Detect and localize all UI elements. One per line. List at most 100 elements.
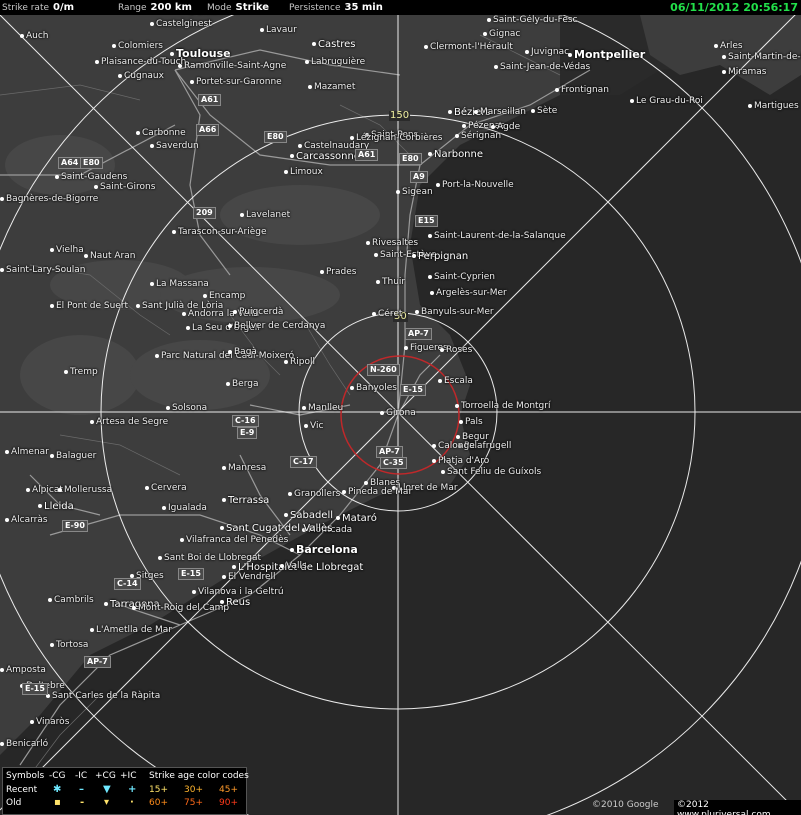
place-label: Mataró — [336, 513, 377, 524]
place-label: Calonge — [432, 441, 475, 451]
place-name: Sant Cugat del Vallès — [226, 523, 333, 534]
place-name: Perpignan — [418, 251, 469, 262]
place-label: Colomiers — [112, 41, 163, 51]
road-shield: E80 — [80, 157, 103, 169]
place-label: Port-la-Nouvelle — [436, 180, 514, 190]
road-shield: C-14 — [114, 578, 141, 590]
legend-recent-label: Recent — [6, 785, 38, 795]
place-name: Argelès-sur-Mer — [436, 288, 507, 298]
place-marker-icon — [441, 469, 445, 474]
persistence-label: Persistence — [289, 3, 341, 13]
place-name: Solsona — [172, 403, 208, 413]
place-label: El Pont de Suert — [50, 301, 128, 311]
persistence-value: 35 min — [344, 2, 383, 13]
place-name: Igualada — [168, 503, 207, 513]
road-shield: E-15 — [22, 683, 48, 695]
place-marker-icon — [456, 434, 460, 439]
place-marker-icon — [50, 247, 54, 252]
place-marker-icon — [132, 605, 136, 610]
place-name: Sérignan — [461, 131, 502, 141]
place-marker-icon — [136, 303, 140, 308]
place-marker-icon — [20, 33, 24, 38]
google-credit: ©2010 Google — [592, 800, 659, 810]
place-marker-icon — [26, 487, 30, 492]
road-shield: C-16 — [232, 415, 259, 427]
place-marker-icon — [150, 21, 154, 26]
place-label: La Massana — [150, 279, 209, 289]
strike-rate-value: 0/m — [53, 2, 75, 13]
place-marker-icon — [222, 498, 226, 502]
road-shield: C-17 — [290, 456, 317, 468]
place-label: Sète — [531, 106, 557, 116]
place-marker-icon — [112, 43, 116, 48]
place-label: Marseillan — [474, 107, 526, 117]
place-name: Vinaròs — [36, 717, 70, 727]
place-name: Berga — [232, 379, 259, 389]
place-label: Encamp — [203, 291, 245, 301]
place-name: Céret — [378, 309, 403, 319]
old-pos-cg-symbol: ▾ — [104, 797, 110, 808]
place-name: Saint-Cyprien — [434, 272, 495, 282]
place-marker-icon — [226, 381, 230, 386]
road-shield: E-15 — [178, 568, 204, 580]
road-shield: A9 — [410, 171, 428, 183]
road-shield: 209 — [193, 207, 216, 219]
datetime: 06/11/2012 20:56:17 — [670, 1, 798, 14]
place-label: Martigues — [748, 101, 799, 111]
place-marker-icon — [428, 274, 432, 279]
place-marker-icon — [342, 489, 346, 494]
place-marker-icon — [232, 565, 236, 569]
place-name: Alcarràs — [11, 515, 48, 525]
place-marker-icon — [372, 311, 376, 316]
place-marker-icon — [531, 108, 535, 113]
age-30: 30+ — [184, 785, 203, 795]
age-15: 15+ — [149, 785, 168, 795]
place-marker-icon — [222, 465, 226, 470]
place-marker-icon — [192, 589, 196, 594]
strike-rate: Strike rate 0/m — [2, 0, 74, 16]
place-marker-icon — [459, 419, 463, 424]
old-neg-ic-symbol: - — [80, 797, 85, 808]
place-marker-icon — [568, 53, 572, 57]
place-name: Banyoles — [356, 383, 397, 393]
place-label: Granollers — [288, 489, 340, 499]
place-label: Saint-Girons — [94, 182, 155, 192]
place-label: Sant Cugat del Vallès — [220, 523, 332, 534]
place-name: Port-la-Nouvelle — [442, 180, 514, 190]
place-label: Sérignan — [455, 131, 501, 141]
place-name: Manresa — [228, 463, 267, 473]
place-name: Labruguière — [311, 57, 366, 67]
place-name: El Pont de Suert — [56, 301, 129, 311]
place-label: L'Ametlla de Mar — [90, 625, 172, 635]
place-marker-icon — [336, 516, 340, 520]
place-label: Carcassonne — [290, 151, 360, 162]
place-label: Rivesaltes — [366, 238, 418, 248]
place-marker-icon — [494, 64, 498, 69]
place-marker-icon — [233, 309, 237, 314]
lightning-map[interactable]: 150 50 CastelginestL'UnionAuchColomiersT… — [0, 15, 801, 815]
legend-col-ic-minus: -IC — [75, 771, 88, 781]
legend-symbols-label: Symbols — [6, 771, 45, 781]
place-name: Bagnères-de-Bigorre — [6, 194, 99, 204]
road-shield: E-15 — [400, 384, 426, 396]
pluriversal-credit[interactable]: ©2012 www.pluriversal.com — [674, 800, 801, 815]
place-name: Cervera — [151, 483, 187, 493]
place-label: Torroella de Montgrí — [455, 401, 550, 411]
road-shield: A61 — [355, 149, 379, 161]
place-marker-icon — [438, 378, 442, 383]
place-name: Narbonne — [434, 149, 484, 160]
place-label: Castres — [312, 39, 356, 50]
place-label: Ramonville-Saint-Agne — [178, 61, 286, 71]
place-label: Auch — [20, 31, 49, 41]
place-marker-icon — [396, 189, 400, 194]
place-name: Le Grau-du-Roi — [636, 96, 703, 106]
place-marker-icon — [55, 174, 59, 179]
place-name: Vic — [310, 421, 324, 431]
place-marker-icon — [714, 43, 718, 48]
place-label: Ripoll — [284, 357, 315, 367]
place-label: Lézignan-Corbières — [350, 133, 442, 143]
age-75: 75+ — [184, 798, 203, 808]
place-name: Mataró — [342, 513, 377, 524]
place-label: Solsona — [166, 403, 207, 413]
place-marker-icon — [404, 345, 408, 350]
